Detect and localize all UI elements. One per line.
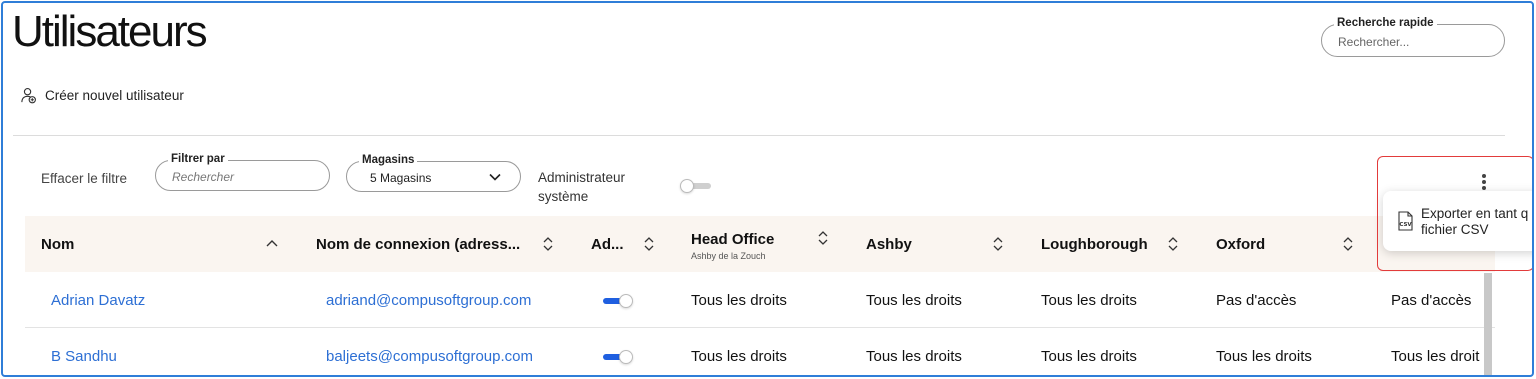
permission-cell: Tous les droits (691, 348, 787, 365)
vertical-scrollbar[interactable] (1484, 273, 1492, 375)
sort-icon[interactable] (1167, 236, 1179, 252)
permission-cell: Tous les droits (866, 292, 962, 309)
table-row[interactable]: Adrian Davatz adriand@compusoftgroup.com… (25, 272, 1495, 328)
app-frame: Utilisateurs Recherche rapide Rechercher… (1, 1, 1534, 377)
add-user-icon (21, 88, 36, 104)
table-row[interactable]: B Sandhu baljeets@compusoftgroup.com Tou… (25, 328, 1495, 375)
column-header-oxford[interactable]: Oxford (1216, 216, 1265, 272)
column-header-loughborough[interactable]: Loughborough (1041, 216, 1148, 272)
permission-cell: Tous les droits (1216, 348, 1312, 365)
header-divider (13, 135, 1505, 136)
filter-by-legend: Filtrer par (168, 153, 228, 165)
permission-cell: Tous les droits (1041, 292, 1137, 309)
chevron-down-icon (489, 173, 501, 181)
stores-legend: Magasins (359, 154, 418, 166)
permission-cell: Tous les droit (1391, 348, 1480, 365)
admin-toggle[interactable] (600, 350, 634, 364)
admin-toggle[interactable] (600, 294, 634, 308)
user-login-link[interactable]: baljeets@compusoftgroup.com (326, 348, 533, 365)
quick-search-input[interactable]: Recherche rapide Rechercher... (1321, 17, 1505, 57)
create-user-label: Créer nouvel utilisateur (45, 88, 184, 103)
system-admin-label: Administrateur système (538, 170, 626, 204)
column-header-admin[interactable]: Ad... (591, 216, 624, 272)
clear-filter-link[interactable]: Effacer le filtre (41, 171, 127, 186)
sort-icon[interactable] (542, 236, 554, 252)
sort-icon[interactable] (1342, 236, 1354, 252)
sort-icon[interactable] (817, 230, 829, 246)
filter-by-input[interactable]: Filtrer par Rechercher (155, 153, 330, 191)
column-header-head-office[interactable]: Head Office Ashby de la Zouch (691, 216, 774, 272)
stores-value: 5 Magasins (370, 171, 432, 185)
users-table: Nom Nom de connexion (adress... Ad... He… (25, 216, 1495, 375)
permission-cell: Pas d'accès (1216, 292, 1297, 309)
page-title: Utilisateurs (12, 7, 208, 56)
user-login-link[interactable]: adriand@compusoftgroup.com (326, 292, 531, 309)
sort-icon[interactable] (643, 236, 655, 252)
filter-by-placeholder: Rechercher (172, 170, 235, 184)
column-header-login[interactable]: Nom de connexion (adress... (316, 216, 520, 272)
permission-cell: Tous les droits (691, 292, 787, 309)
system-admin-toggle[interactable] (680, 179, 714, 193)
column-header-ashby[interactable]: Ashby (866, 216, 912, 272)
create-user-button[interactable]: Créer nouvel utilisateur (20, 87, 184, 104)
column-header-name[interactable]: Nom (41, 216, 74, 272)
permission-cell: Tous les droits (1041, 348, 1137, 365)
quick-search-placeholder: Rechercher... (1338, 35, 1410, 49)
user-name-link[interactable]: B Sandhu (51, 348, 117, 365)
sort-asc-icon[interactable] (266, 236, 278, 252)
quick-search-legend: Recherche rapide (1334, 17, 1437, 29)
highlight-outline (1377, 156, 1532, 271)
highlight-handle (1532, 252, 1534, 262)
permission-cell: Tous les droits (866, 348, 962, 365)
stores-select[interactable]: Magasins 5 Magasins (346, 154, 521, 192)
user-name-link[interactable]: Adrian Davatz (51, 292, 145, 309)
column-header-head-office-sub: Ashby de la Zouch (691, 251, 766, 261)
table-header: Nom Nom de connexion (adress... Ad... He… (25, 216, 1495, 272)
permission-cell: Pas d'accès (1391, 292, 1472, 309)
sort-icon[interactable] (992, 236, 1004, 252)
